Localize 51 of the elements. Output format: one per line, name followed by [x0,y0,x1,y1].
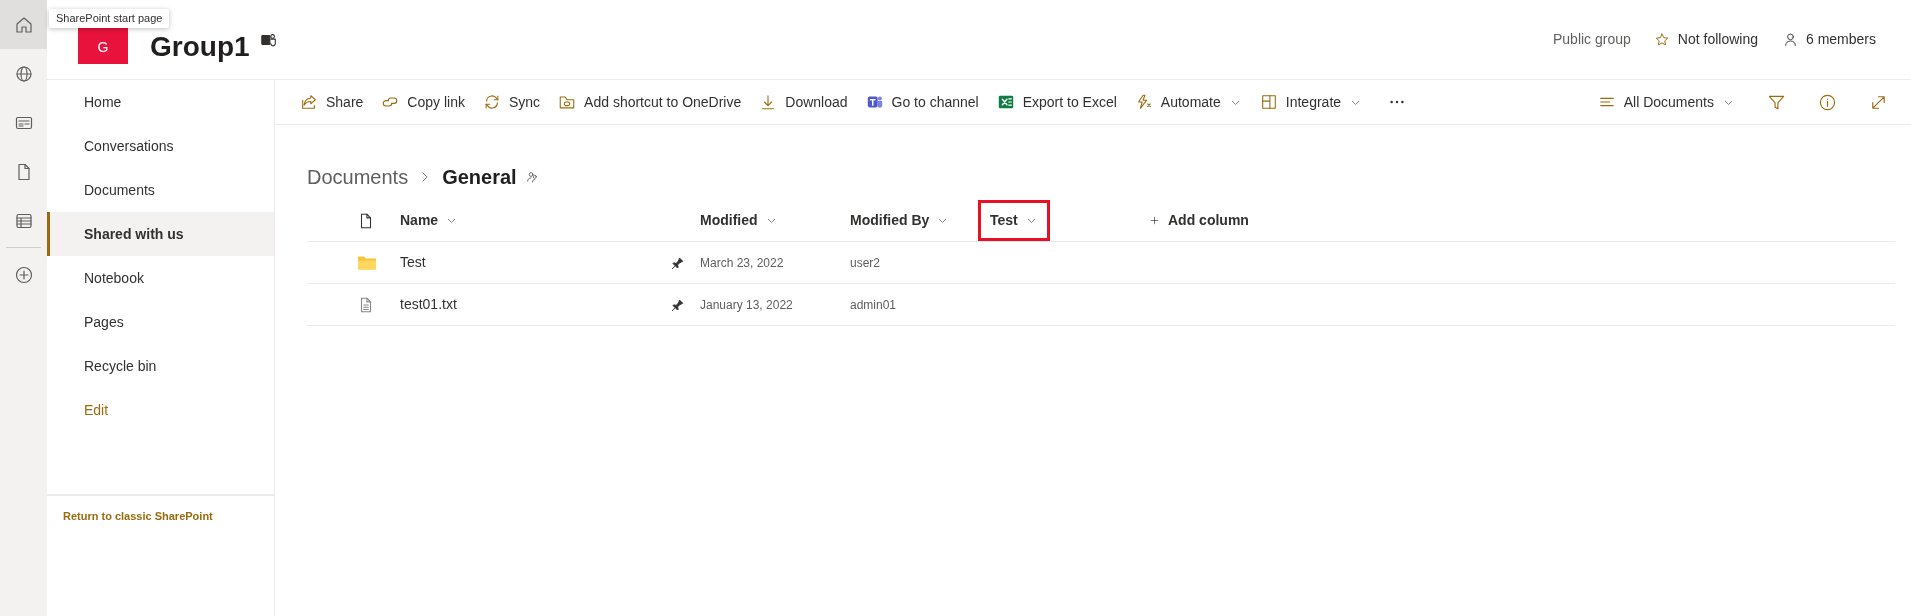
follow-button[interactable]: Not following [1644,25,1767,54]
modified-date: January 13, 2022 [700,298,793,312]
edit-link[interactable]: Edit [47,388,274,432]
integrate-icon [1259,93,1278,111]
toolbar-button[interactable]: Integrate [1250,87,1372,117]
nav-link[interactable]: Conversations [47,124,274,168]
breadcrumb-link[interactable]: Documents [307,162,409,192]
toolbar-button[interactable]: Add shortcut to OneDrive [549,87,751,117]
column-header[interactable]: Name [388,200,471,241]
plus-icon [1149,215,1160,226]
globe-icon [13,63,34,84]
toolbar-button[interactable]: Sync [473,87,550,117]
privacy-label: Public group [1553,30,1631,49]
tooltip: SharePoint start page [49,9,170,29]
members-button[interactable]: 6 members [1773,25,1885,54]
share-icon [300,93,318,111]
pin-icon [670,297,685,313]
file-name[interactable]: test01.txt [400,296,457,312]
view-selector[interactable]: All Documents [1588,87,1744,117]
shortcut-icon [558,93,577,111]
nav-link[interactable]: Recycle bin [47,344,274,388]
add-icon [13,264,34,285]
nav-link[interactable]: Documents [47,168,274,212]
nav-link[interactable]: Home [47,80,274,124]
star-icon [1653,31,1670,48]
spreadsheet-icon [996,93,1015,111]
nav-link[interactable]: Notebook [47,256,274,300]
nav-link[interactable]: Pages [47,300,274,344]
modified-by: user2 [850,256,881,270]
column-header[interactable]: Test [978,200,1050,241]
column-header[interactable]: Modified By [838,200,962,241]
toolbar-button[interactable]: Export to Excel [987,87,1126,117]
breadcrumb-current: General [442,165,517,190]
file-name[interactable]: Test [400,254,426,270]
toolbar-button[interactable]: Go to channel [856,87,988,117]
nav-link[interactable]: Shared with us [47,212,274,256]
people-icon [524,169,540,185]
add-column-button[interactable]: Add column [1140,206,1258,235]
toolbar-button[interactable]: Download [750,87,857,117]
toolbar-button[interactable]: Share [291,87,373,117]
modified-by: admin01 [850,298,897,312]
column-header[interactable]: Modified [688,200,790,241]
classic-sharepoint-link[interactable]: Return to classic SharePoint [63,510,213,522]
toolbar-button[interactable]: Automate [1125,87,1251,117]
modified-date: March 23, 2022 [700,256,784,270]
pin-icon [670,255,685,271]
toolbar-button[interactable]: Copy link [372,87,474,117]
person-icon [1782,32,1798,47]
more-icon [1388,100,1407,104]
app-bar-button[interactable] [0,0,47,49]
info-icon [1818,92,1837,112]
